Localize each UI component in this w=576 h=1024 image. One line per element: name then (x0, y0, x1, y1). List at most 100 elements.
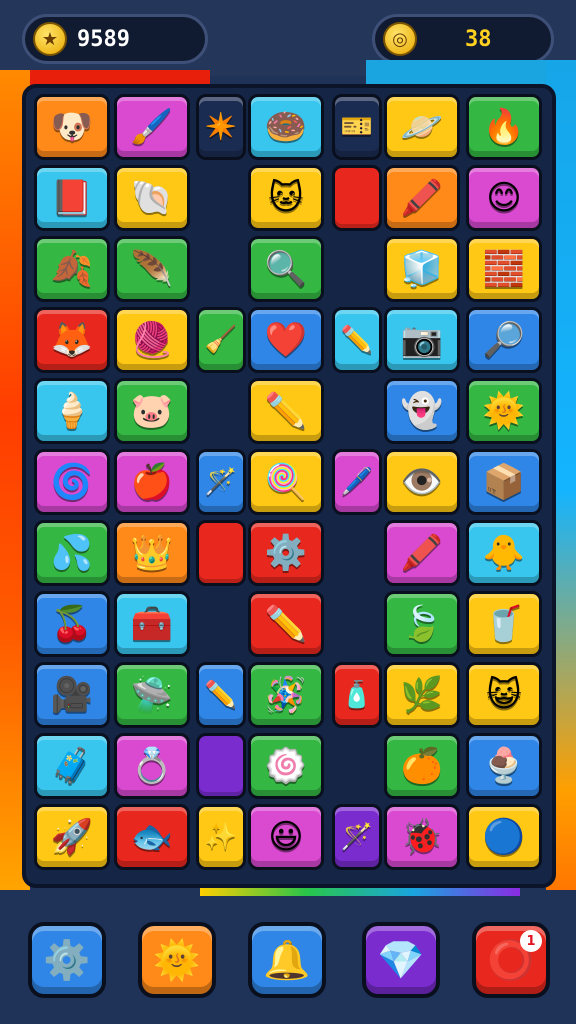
board-tile[interactable]: 🎥 (34, 662, 110, 728)
coin-value: 38 (465, 26, 492, 52)
cat-face-icon: 🐱 (268, 178, 304, 218)
board-tile[interactable]: 🐥 (466, 520, 542, 586)
decor-accent-bar (200, 888, 520, 896)
board-tile[interactable]: 🐷 (114, 378, 190, 444)
board-tile[interactable]: 🪐 (384, 94, 460, 160)
board-tile[interactable]: 🍩 (248, 94, 324, 160)
board-tile[interactable]: ❤️ (248, 307, 324, 373)
sun-face-icon: 🌞 (482, 391, 526, 431)
board-tile[interactable]: ✏️ (248, 591, 324, 657)
board-tile[interactable]: ⚙️ (248, 520, 324, 586)
red-block-icon[interactable] (196, 520, 246, 586)
cat-face-icon: 😺 (486, 675, 522, 715)
settings-gear-button[interactable]: ⚙️ (28, 922, 106, 998)
board-tile[interactable]: 🔎 (466, 307, 542, 373)
board-tile[interactable]: 🧴 (332, 662, 382, 728)
board-tile[interactable]: 🖍️ (384, 165, 460, 231)
fox-face-icon: 🦊 (50, 320, 94, 360)
board-tile[interactable]: 🛸 (114, 662, 190, 728)
board-tile[interactable]: 🍃 (384, 591, 460, 657)
crystal-icon: 💎 (377, 937, 425, 982)
board-tile[interactable]: 📷 (384, 307, 460, 373)
board-tile[interactable]: 🍂 (34, 236, 110, 302)
board-tile[interactable]: 🧱 (466, 236, 542, 302)
board-tile[interactable]: 👑 (114, 520, 190, 586)
board-tile[interactable]: 🐞 (384, 804, 460, 870)
board-tile[interactable]: 📦 (466, 449, 542, 515)
ring-icon: 💍 (130, 746, 174, 786)
board-tile[interactable]: 🧊 (384, 236, 460, 302)
board-tile[interactable]: 🥤 (466, 591, 542, 657)
board-tile[interactable]: 🍦 (34, 378, 110, 444)
board-tile[interactable]: 💦 (34, 520, 110, 586)
dog-face-icon: 🐶 (50, 107, 94, 147)
board-tile[interactable]: 🪶 (114, 236, 190, 302)
heart-blob-icon: ❤️ (264, 320, 308, 360)
board-tile[interactable]: 🪄 (196, 449, 246, 515)
board-tile[interactable]: 🧶 (114, 307, 190, 373)
board-tile[interactable]: 🖊️ (332, 449, 382, 515)
donut-icon: 🍩 (264, 107, 308, 147)
ice-cream-icon: 🍦 (50, 391, 94, 431)
sun-burst-icon: 🌞 (153, 937, 201, 982)
sun-burst-button[interactable]: 🌞 (138, 922, 216, 998)
board-tile[interactable]: 🖌️ (114, 94, 190, 160)
notification-button[interactable]: ⭕ 1 (472, 922, 550, 998)
crate-icon: 🧳 (50, 746, 94, 786)
board-tile[interactable]: 🐱 (248, 165, 324, 231)
eye-icon: 👁️ (400, 462, 444, 502)
board-tile[interactable]: 🧹 (196, 307, 246, 373)
hint-ring-button[interactable]: 🔔 (248, 922, 326, 998)
board-tile[interactable]: 🍒 (34, 591, 110, 657)
board-tile[interactable]: 🍥 (248, 733, 324, 799)
board-tile[interactable]: 🦊 (34, 307, 110, 373)
board-tile[interactable]: 🍊 (384, 733, 460, 799)
pig-face-icon: 🐷 (130, 391, 174, 431)
board-tile[interactable]: 🍨 (466, 733, 542, 799)
board-tile[interactable]: 🌿 (384, 662, 460, 728)
wand-icon: 🪄 (340, 822, 374, 852)
board-tile[interactable]: 🚀 (34, 804, 110, 870)
bottom-toolbar: ⚙️ 🌞 🔔 💎 ⭕ 1 (0, 890, 576, 1024)
board-tile[interactable]: 🐚 (114, 165, 190, 231)
board-tile[interactable]: 🌀 (34, 449, 110, 515)
board-tile[interactable]: 😊 (466, 165, 542, 231)
board-tile[interactable]: ✏️ (248, 378, 324, 444)
board-tile[interactable]: 📕 (34, 165, 110, 231)
board-tile[interactable]: ✏️ (196, 662, 246, 728)
board-tile[interactable]: ✨ (196, 804, 246, 870)
board-tile[interactable]: 🌞 (466, 378, 542, 444)
ice-cream-icon: 🍨 (482, 746, 526, 786)
board-tile[interactable]: 🍭 (248, 449, 324, 515)
board-tile[interactable]: 🧳 (34, 733, 110, 799)
orange-ball-icon: 🍊 (400, 746, 444, 786)
swirl-icon: 🌀 (50, 462, 94, 502)
board-tile[interactable]: 🍎 (114, 449, 190, 515)
board-tile[interactable]: 🔍 (248, 236, 324, 302)
board-tile[interactable]: 💍 (114, 733, 190, 799)
apple-icon: 🍎 (130, 462, 174, 502)
board-tile[interactable]: ✏️ (332, 307, 382, 373)
board-tile[interactable]: 🐶 (34, 94, 110, 160)
box-icon: 📦 (482, 462, 526, 502)
chick-icon: 🐥 (482, 533, 526, 573)
board-tile[interactable]: ✴️ (196, 94, 246, 160)
board-tile[interactable]: 🔥 (466, 94, 542, 160)
board-tile[interactable]: 🪅 (248, 662, 324, 728)
red-block-icon[interactable] (332, 165, 382, 231)
board-tile[interactable]: 🔵 (466, 804, 542, 870)
camera-icon: 📷 (400, 320, 444, 360)
board-tile[interactable]: 🖍️ (384, 520, 460, 586)
coin-counter[interactable]: ◎ 38 (372, 14, 554, 64)
purple-block-icon[interactable] (196, 733, 246, 799)
crystal-button[interactable]: 💎 (362, 922, 440, 998)
board-tile[interactable]: 😺 (466, 662, 542, 728)
board-tile[interactable]: 👁️ (384, 449, 460, 515)
board-tile[interactable]: 🐟 (114, 804, 190, 870)
crown-face-icon: 👑 (130, 533, 174, 573)
board-tile[interactable]: 🎫 (332, 94, 382, 160)
board-tile[interactable]: 🧰 (114, 591, 190, 657)
board-tile[interactable]: 🪄 (332, 804, 382, 870)
board-tile[interactable]: 👻 (384, 378, 460, 444)
board-tile[interactable]: 😃 (248, 804, 324, 870)
